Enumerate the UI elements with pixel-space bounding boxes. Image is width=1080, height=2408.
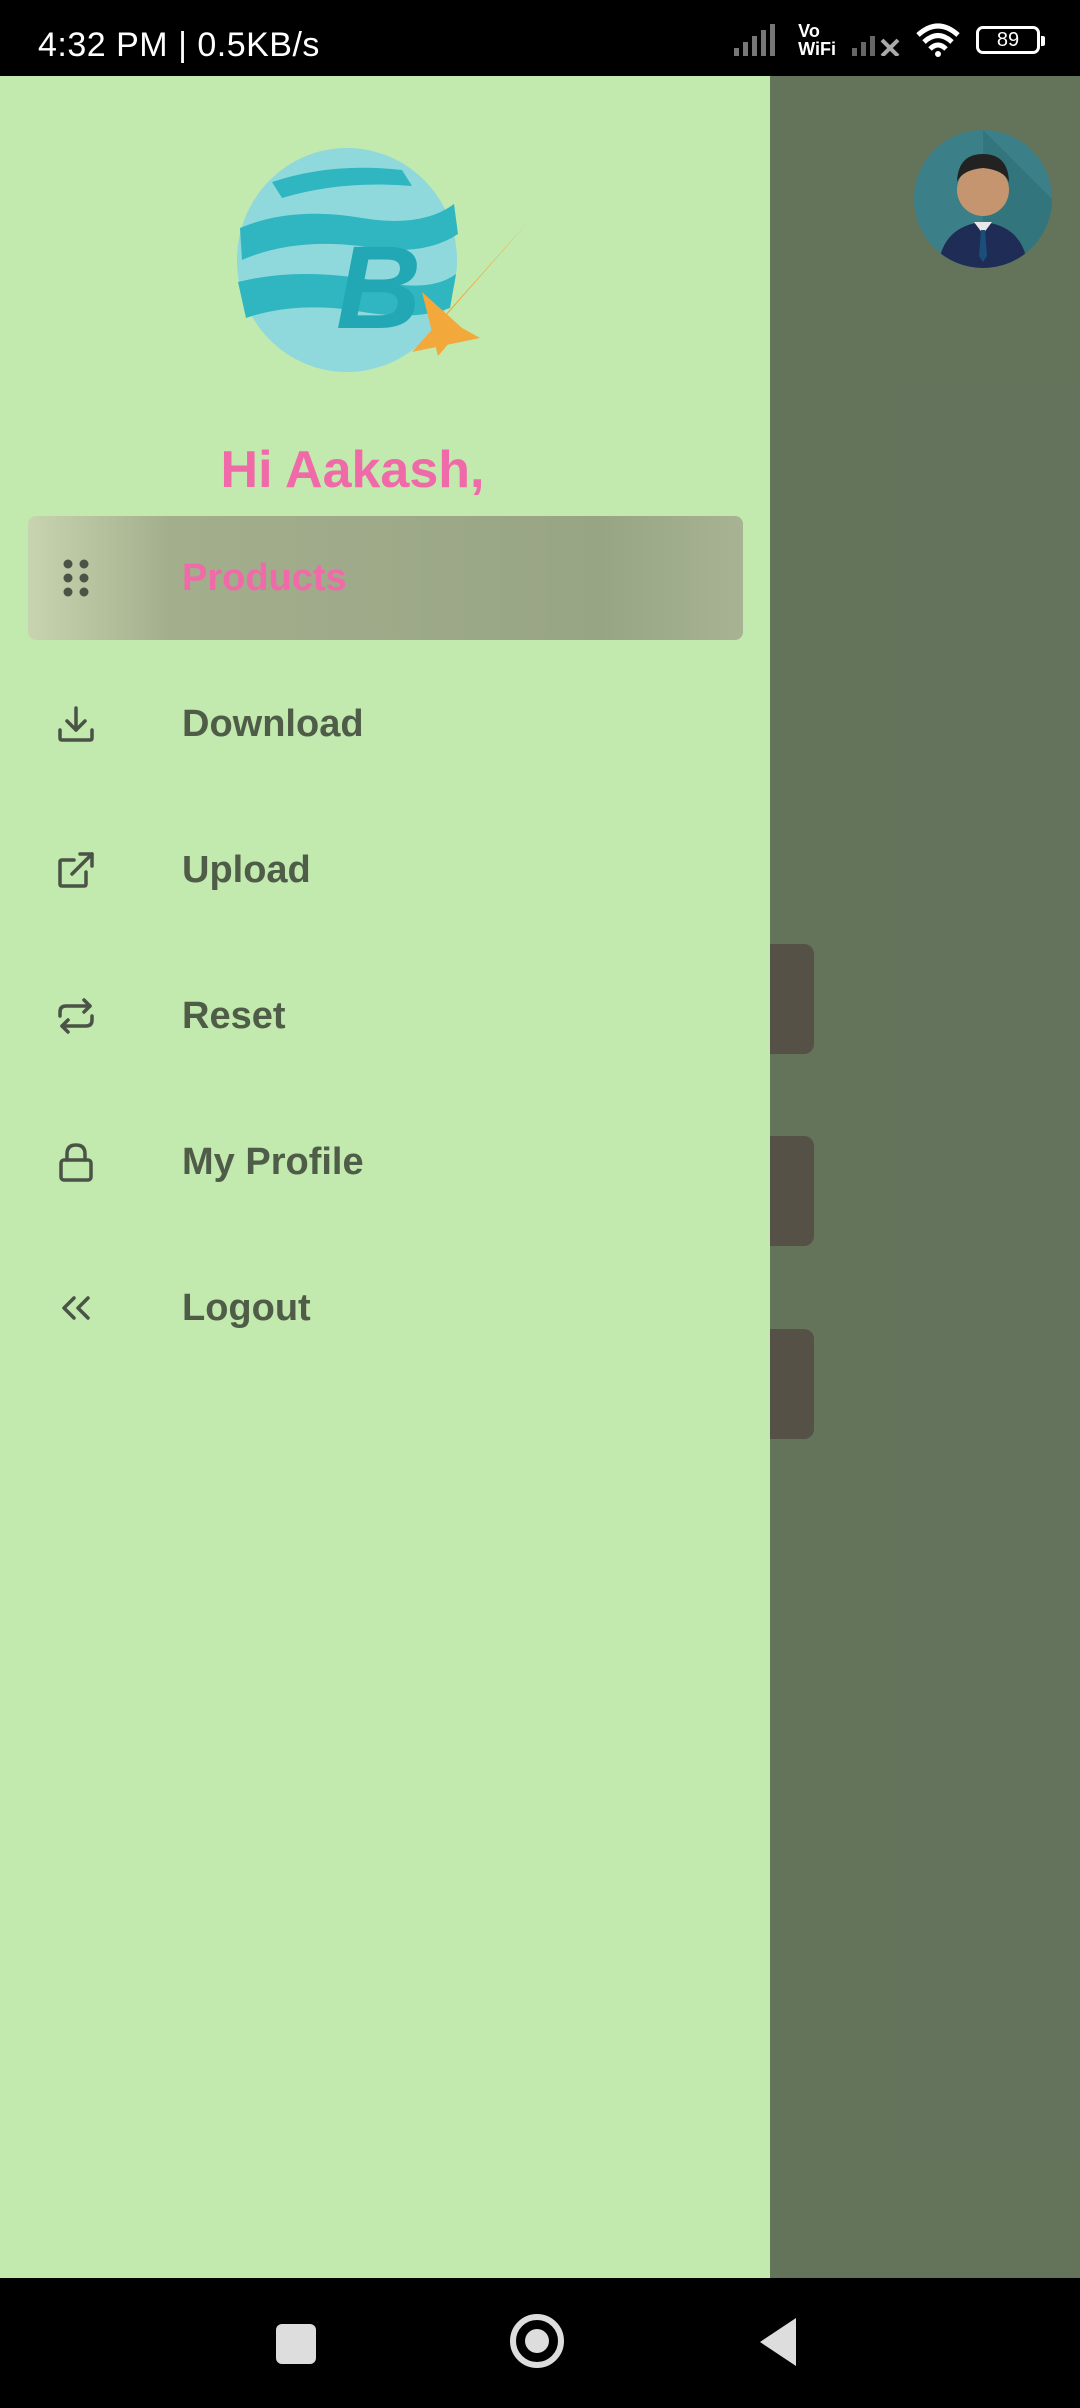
system-nav-bar	[0, 2278, 1080, 2408]
drawer-menu: Products Download Upload Reset My Profil…	[28, 516, 743, 1392]
greeting-text: Hi Aakash,	[220, 441, 485, 499]
status-bar: 4:32 PM | 0.5KB/s Vo WiFi 89	[0, 0, 1080, 76]
menu-item-reset[interactable]: Reset	[28, 954, 743, 1078]
wifi-icon	[916, 23, 960, 57]
menu-item-label: Logout	[182, 1286, 311, 1329]
cell-signal-icon	[734, 24, 782, 56]
menu-item-my-profile[interactable]: My Profile	[28, 1100, 743, 1224]
status-time-speed: 4:32 PM | 0.5KB/s	[38, 26, 320, 64]
chevrons-left-icon	[52, 1284, 100, 1332]
navigation-drawer: B Hi Aakash, Products Download Upload Re…	[0, 76, 770, 2278]
menu-item-label: Products	[182, 556, 347, 599]
circle-icon[interactable]	[510, 2314, 564, 2368]
vowifi-indicator: Vo WiFi	[798, 21, 836, 59]
menu-item-products[interactable]: Products	[28, 516, 743, 640]
square-icon[interactable]	[276, 2324, 316, 2364]
avatar[interactable]	[914, 130, 1052, 268]
repeat-icon	[52, 992, 100, 1040]
svg-text:B: B	[336, 222, 421, 354]
menu-item-logout[interactable]: Logout	[28, 1246, 743, 1370]
triangle-back-icon[interactable]	[760, 2318, 796, 2366]
status-icons: Vo WiFi 89	[734, 18, 1045, 62]
menu-item-label: Reset	[182, 994, 286, 1037]
menu-item-label: My Profile	[182, 1140, 364, 1183]
menu-item-download[interactable]: Download	[28, 662, 743, 786]
download-icon	[52, 700, 100, 748]
grid-dots-icon	[52, 554, 100, 602]
cell-signal-x-icon	[852, 24, 900, 56]
menu-item-upload[interactable]: Upload	[28, 808, 743, 932]
bx-globe-logo: B	[232, 142, 532, 382]
menu-item-label: Download	[182, 702, 364, 745]
external-link-icon	[52, 846, 100, 894]
menu-item-label: Upload	[182, 848, 311, 891]
battery-indicator: 89	[976, 26, 1045, 54]
person-icon	[938, 130, 1052, 268]
lock-icon	[52, 1138, 100, 1186]
